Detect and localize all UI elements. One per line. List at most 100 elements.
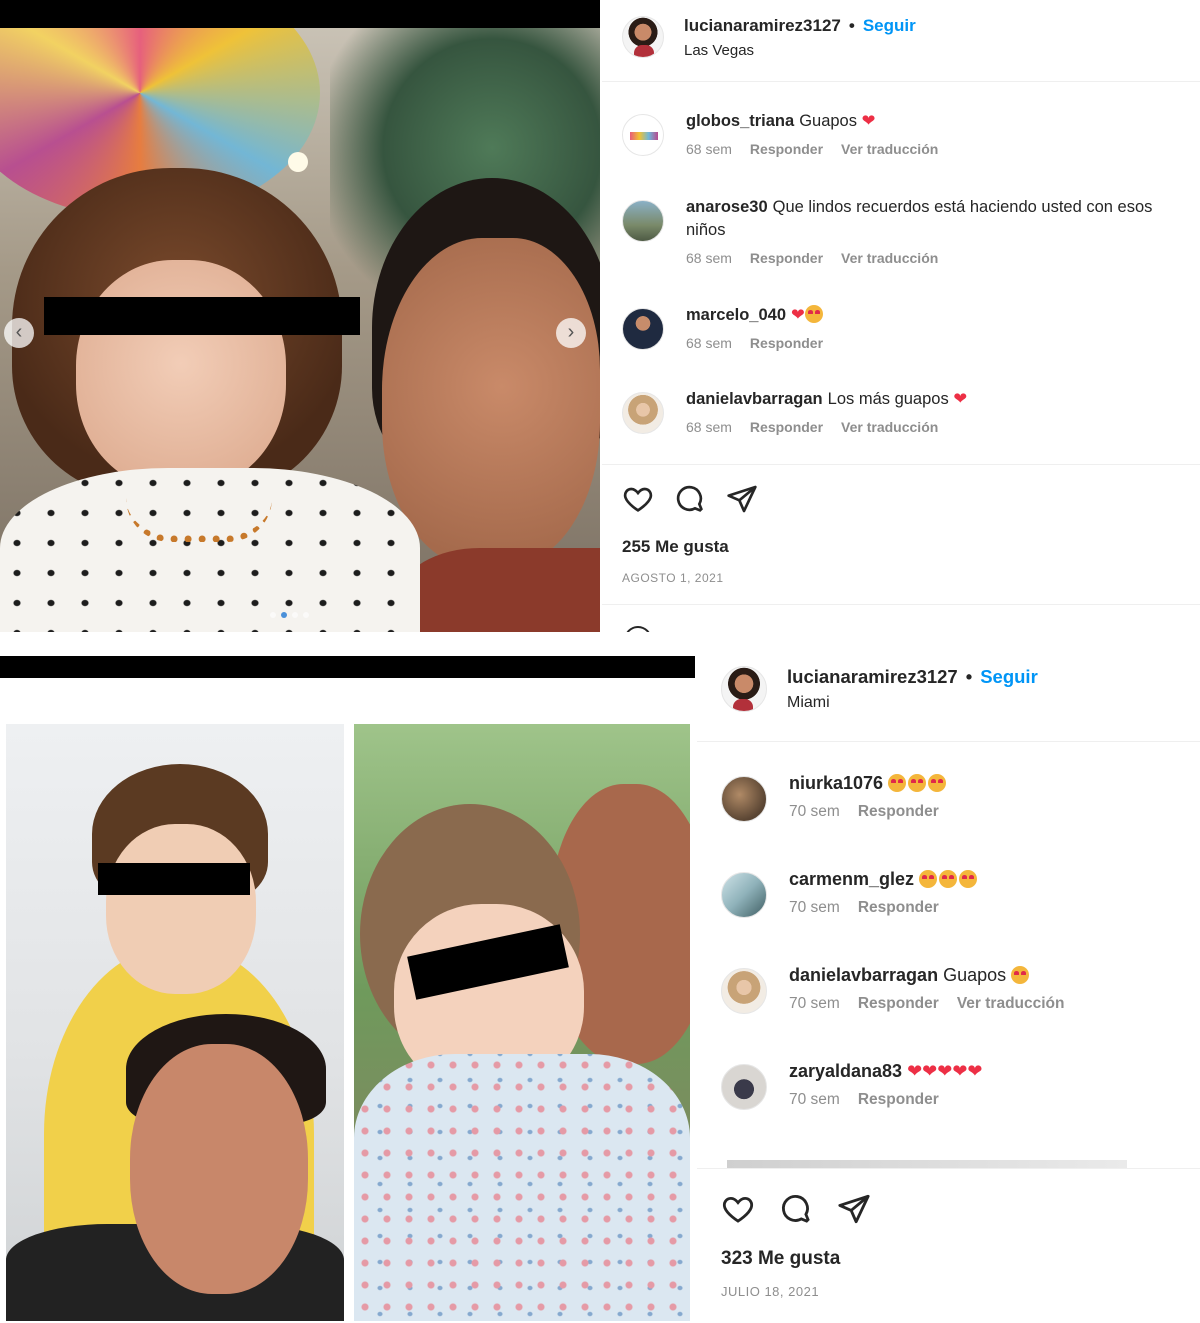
woman-face	[130, 1044, 308, 1294]
commenter-avatar[interactable]	[721, 776, 767, 822]
post-media	[0, 652, 697, 1323]
owner-avatar[interactable]	[622, 16, 664, 58]
carousel-dot	[303, 612, 309, 618]
carousel-dot	[270, 612, 276, 618]
commenter-avatar[interactable]	[622, 114, 664, 156]
post-date[interactable]: AGOSTO 1, 2021	[622, 571, 1200, 585]
heart-emoji: ❤	[953, 390, 968, 408]
translate-button[interactable]: Ver traducción	[841, 141, 938, 157]
comment-time[interactable]: 70 sem	[789, 995, 840, 1013]
post-actions: 255 Me gusta AGOSTO 1, 2021	[602, 464, 1200, 604]
comment-text: Los más guapos	[827, 390, 949, 408]
comment-username[interactable]: danielavbarragan	[686, 390, 823, 408]
redaction-bar	[0, 656, 695, 678]
heart-emoji: ❤	[861, 112, 876, 130]
like-count[interactable]: 323 Me gusta	[721, 1248, 871, 1270]
ceiling-light	[288, 152, 308, 172]
commenter-avatar[interactable]	[721, 968, 767, 1014]
comment-text: Guapos	[799, 112, 857, 130]
carousel-prev-button[interactable]: ‹	[4, 318, 34, 348]
divider	[697, 1168, 1200, 1169]
heart-icon[interactable]	[721, 1192, 755, 1226]
reply-button[interactable]: Responder	[750, 419, 823, 435]
comment-username[interactable]: niurka1076	[789, 773, 883, 793]
post-side-panel: lucianaramirez3127 • Seguir Miami niurka…	[697, 652, 1200, 1323]
reply-button[interactable]: Responder	[858, 1091, 939, 1109]
face-redaction-bar	[98, 863, 250, 895]
redaction-bar	[0, 0, 600, 28]
follow-button[interactable]: Seguir	[980, 666, 1038, 688]
commenter-avatar[interactable]	[622, 200, 664, 242]
share-icon[interactable]	[726, 483, 758, 515]
reply-button[interactable]: Responder	[750, 250, 823, 266]
reply-button[interactable]: Responder	[750, 335, 823, 351]
comment-time[interactable]: 70 sem	[789, 1091, 840, 1109]
commenter-avatar[interactable]	[721, 1064, 767, 1110]
post-photo-left	[6, 724, 344, 1321]
follow-button[interactable]: Seguir	[863, 16, 916, 36]
comment-item: niurka1076 70 sem Responder	[721, 772, 1181, 822]
comment-time[interactable]: 70 sem	[789, 803, 840, 821]
comment-username[interactable]: marcelo_040	[686, 306, 786, 324]
comment-username[interactable]: globos_triana	[686, 112, 794, 130]
translate-button[interactable]: Ver traducción	[841, 419, 938, 435]
post-date[interactable]: JULIO 18, 2021	[721, 1284, 871, 1299]
owner-username[interactable]: lucianaramirez3127	[787, 666, 958, 688]
commenter-avatar[interactable]	[622, 392, 664, 434]
carousel-next-button[interactable]: ›	[556, 318, 586, 348]
child-shirt	[0, 468, 420, 632]
reply-button[interactable]: Responder	[858, 899, 939, 917]
comment-username[interactable]: zaryaldana83	[789, 1061, 902, 1081]
heart-eyes-emoji	[959, 870, 978, 888]
reply-button[interactable]: Responder	[858, 803, 939, 821]
heart-eyes-emoji	[908, 774, 927, 792]
chevron-left-icon: ‹	[15, 321, 23, 343]
separator-dot: •	[965, 666, 973, 687]
heart-eyes-emoji	[928, 774, 947, 792]
heart-eyes-emoji	[888, 774, 907, 792]
reply-button[interactable]: Responder	[858, 995, 939, 1013]
divider	[602, 604, 1200, 605]
heart-emoji: ❤	[791, 306, 805, 324]
like-count[interactable]: 255 Me gusta	[622, 537, 1200, 557]
heart-eyes-emoji	[939, 870, 958, 888]
post-side-panel: lucianaramirez3127 • Seguir Las Vegas gl…	[602, 0, 1200, 640]
chevron-right-icon: ›	[567, 321, 575, 343]
translate-button[interactable]: Ver traducción	[841, 250, 938, 266]
comment-username[interactable]: anarose30	[686, 198, 768, 216]
comment-time[interactable]: 68 sem	[686, 335, 732, 351]
post-photo-right	[354, 724, 690, 1321]
comment-text: Guapos	[943, 965, 1007, 985]
woman-face	[382, 238, 600, 568]
comment-time[interactable]: 70 sem	[789, 899, 840, 917]
comment-icon[interactable]	[674, 483, 706, 515]
owner-username[interactable]: lucianaramirez3127	[684, 16, 841, 36]
translate-button[interactable]: Ver traducción	[957, 995, 1065, 1013]
commenter-avatar[interactable]	[622, 308, 664, 350]
heart-icon[interactable]	[622, 483, 654, 515]
comment-icon[interactable]	[779, 1192, 813, 1226]
comment-username[interactable]: danielavbarragan	[789, 965, 938, 985]
comment-item: danielavbarragan Los más guapos ❤ 68 sem …	[622, 388, 1182, 435]
heart-emoji-row: ❤❤❤❤❤	[907, 1061, 983, 1081]
heart-eyes-emoji	[804, 305, 823, 323]
owner-avatar[interactable]	[721, 666, 767, 712]
comment-item: marcelo_040 ❤ 68 sem Responder	[622, 304, 1182, 351]
instagram-post-las-vegas: ‹ › lucianaramirez3127 • Seguir Las Vega…	[0, 0, 1200, 640]
commenter-avatar[interactable]	[721, 872, 767, 918]
comment-item: globos_triana Guapos ❤ 68 sem Responder V…	[622, 110, 1182, 157]
child-necklace	[126, 498, 272, 542]
post-gap	[0, 632, 1200, 652]
post-location[interactable]: Miami	[787, 694, 1038, 712]
share-icon[interactable]	[837, 1192, 871, 1226]
comment-item: anarose30 Que lindos recuerdos está hacie…	[622, 196, 1182, 266]
comment-time[interactable]: 68 sem	[686, 250, 732, 266]
comment-time[interactable]: 68 sem	[686, 419, 732, 435]
comment-time[interactable]: 68 sem	[686, 141, 732, 157]
reply-button[interactable]: Responder	[750, 141, 823, 157]
comment-item: zaryaldana83 ❤❤❤❤❤ 70 sem Responder	[721, 1060, 1181, 1110]
carousel-dot	[292, 612, 298, 618]
post-actions: 323 Me gusta JULIO 18, 2021	[721, 1192, 871, 1299]
post-location[interactable]: Las Vegas	[684, 42, 916, 59]
comment-username[interactable]: carmenm_glez	[789, 869, 914, 889]
